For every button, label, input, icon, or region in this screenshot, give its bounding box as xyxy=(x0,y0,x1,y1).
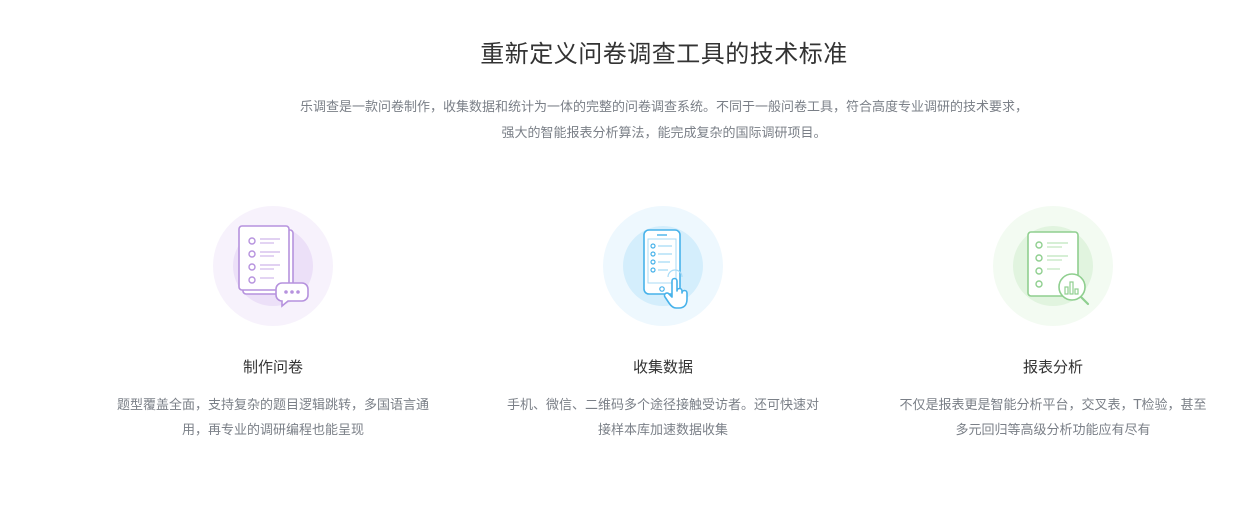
feature-description: 题型覆盖全面，支持复杂的题目逻辑跳转，多国语言通用，再专业的调研编程也能呈现 xyxy=(116,398,429,438)
phone-tap-icon xyxy=(602,205,724,327)
page-title: 重新定义问卷调查工具的技术标准 xyxy=(480,40,848,68)
feature-title: 报表分析 xyxy=(1022,358,1083,376)
feature-title: 制作问卷 xyxy=(242,358,303,376)
page: 重新定义问卷调查工具的技术标准 乐调查是一款问卷制作，收集数据和统计为一体的完整… xyxy=(0,0,1240,516)
intro-text: 乐调查是一款问卷制作，收集数据和统计为一体的完整的问卷调查系统。不同于一般问卷工… xyxy=(299,100,1028,141)
feature-report-analysis: 报表分析 不仅是报表更是智能分析平台，交叉表，T检验，甚至多元回归等高级分析功能… xyxy=(888,205,1218,443)
questionnaire-chat-icon xyxy=(212,205,334,327)
feature-description: 不仅是报表更是智能分析平台，交叉表，T检验，甚至多元回归等高级分析功能应有尽有 xyxy=(899,398,1207,438)
feature-create-survey: 制作问卷 题型覆盖全面，支持复杂的题目逻辑跳转，多国语言通用，再专业的调研编程也… xyxy=(108,205,438,443)
feature-description: 手机、微信、二维码多个途径接触受访者。还可快速对接样本库加速数据收集 xyxy=(506,398,819,438)
feature-collect-data: 收集数据 手机、微信、二维码多个途径接触受访者。还可快速对接样本库加速数据收集 xyxy=(498,205,828,443)
report-magnifier-icon xyxy=(992,205,1114,327)
feature-title: 收集数据 xyxy=(632,358,693,376)
